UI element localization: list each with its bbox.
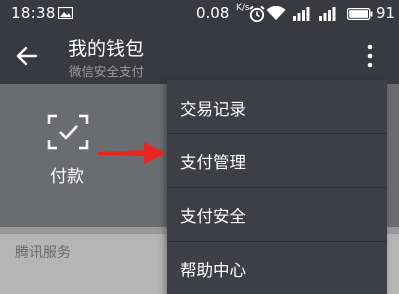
services-heading: 腾讯服务 [15, 245, 71, 261]
network-speed-unit: K/s [236, 3, 250, 13]
red-arrow-icon [98, 142, 166, 164]
menu-item-label: 支付管理 [180, 153, 246, 172]
signal-icon [319, 7, 336, 21]
overflow-menu: 交易记录 支付管理 支付安全 帮助中心 [167, 80, 387, 294]
page-subtitle: 微信安全支付 [69, 64, 145, 79]
page-title: 我的钱包 [68, 38, 145, 60]
pay-label[interactable]: 付款 [50, 162, 84, 187]
status-bar: 18:38 0.08 K/s 91 [0, 0, 399, 28]
menu-item-payment-security[interactable]: 支付安全 [167, 187, 387, 240]
menu-item-label: 帮助中心 [180, 261, 246, 280]
signal-icon [293, 7, 310, 21]
menu-item-label: 支付安全 [180, 207, 246, 226]
menu-item-label: 交易记录 [180, 100, 246, 119]
back-arrow-icon[interactable] [14, 43, 40, 69]
scan-check-icon[interactable] [47, 114, 89, 150]
alarm-icon [249, 5, 265, 23]
network-speed: 0.08 [196, 4, 230, 22]
battery-percent: 91 [376, 4, 396, 22]
battery-icon [347, 8, 373, 20]
image-icon [58, 7, 73, 19]
menu-item-payment-management[interactable]: 支付管理 [167, 133, 387, 186]
wifi-icon [266, 6, 286, 20]
status-time: 18:38 [11, 4, 56, 22]
app-bar: 我的钱包 微信安全支付 [0, 28, 399, 84]
more-vertical-icon[interactable] [363, 42, 377, 70]
menu-item-transaction-records[interactable]: 交易记录 [167, 80, 387, 133]
menu-item-help-center[interactable]: 帮助中心 [167, 241, 387, 294]
